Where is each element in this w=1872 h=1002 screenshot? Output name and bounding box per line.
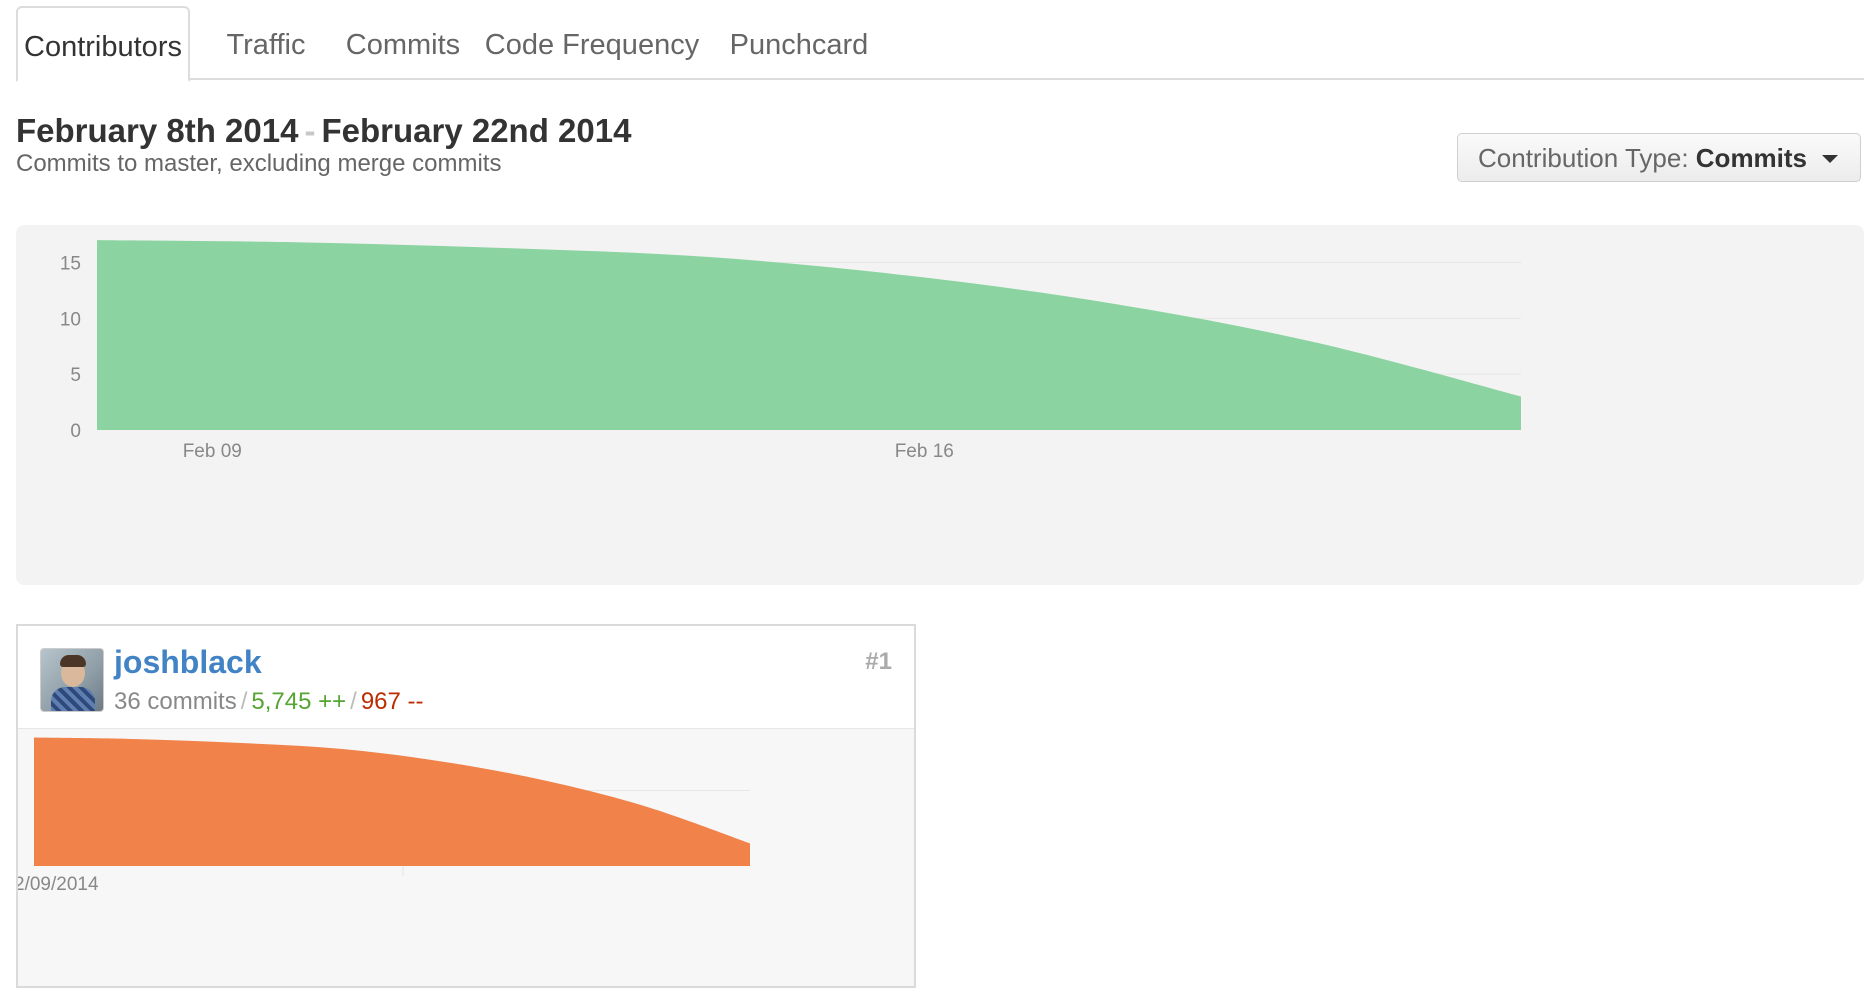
contribution-type-label: Contribution Type:	[1478, 143, 1689, 173]
contribution-type-value: Commits	[1695, 143, 1808, 173]
area-series	[34, 737, 750, 866]
additions-count: 5,745 ++	[251, 688, 347, 715]
y-tick-label: 15	[60, 254, 81, 275]
range-start: February 8th 2014	[16, 112, 299, 149]
graph-tabs: Contributors Traffic Commits Code Freque…	[16, 6, 1864, 82]
range-separator: -	[304, 112, 316, 149]
main-commits-chart: 0 5 10 15 Feb 09 Feb 16	[16, 225, 1864, 585]
x-tick-label: Feb 16	[895, 441, 954, 462]
date-range-title: February 8th 2014- February 22nd 2014	[16, 112, 631, 150]
chart-subtitle: Commits to master, excluding merge commi…	[16, 150, 502, 177]
area-series	[97, 240, 1521, 430]
contributor-stats: 36 commits/5,745 ++/967 --	[114, 688, 424, 715]
y-tick-label: 0	[70, 421, 81, 442]
caret-down-icon	[1822, 155, 1838, 163]
contributor-card: joshblack 36 commits/5,745 ++/967 -- #1 …	[16, 624, 916, 988]
main-chart-svg: 0 5 10 15 Feb 09 Feb 16	[60, 240, 1521, 462]
tab-code-frequency[interactable]: Code Frequency	[478, 6, 706, 78]
contributor-header: joshblack 36 commits/5,745 ++/967 -- #1	[18, 626, 914, 729]
y-tick-label: 5	[70, 365, 81, 386]
range-end: February 22nd 2014	[321, 112, 632, 149]
tab-commits[interactable]: Commits	[333, 6, 473, 78]
contribution-type-dropdown[interactable]: Contribution Type: Commits	[1457, 133, 1861, 182]
y-tick-label: 10	[60, 309, 81, 330]
user-avatar-icon[interactable]	[40, 648, 104, 712]
contributor-rank: #1	[865, 648, 892, 675]
x-tick-label: 2/09/2014	[18, 874, 99, 895]
contributor-username-link[interactable]: joshblack	[114, 644, 262, 681]
tab-punchcard[interactable]: Punchcard	[714, 6, 884, 78]
tab-traffic[interactable]: Traffic	[201, 6, 331, 78]
tab-contributors[interactable]: Contributors	[16, 6, 190, 82]
deletions-count: 967 --	[360, 688, 424, 715]
contributor-chart-svg: 2/09/2014	[18, 737, 750, 895]
commit-count: 36 commits	[114, 688, 237, 715]
x-tick-label: Feb 09	[183, 441, 242, 462]
